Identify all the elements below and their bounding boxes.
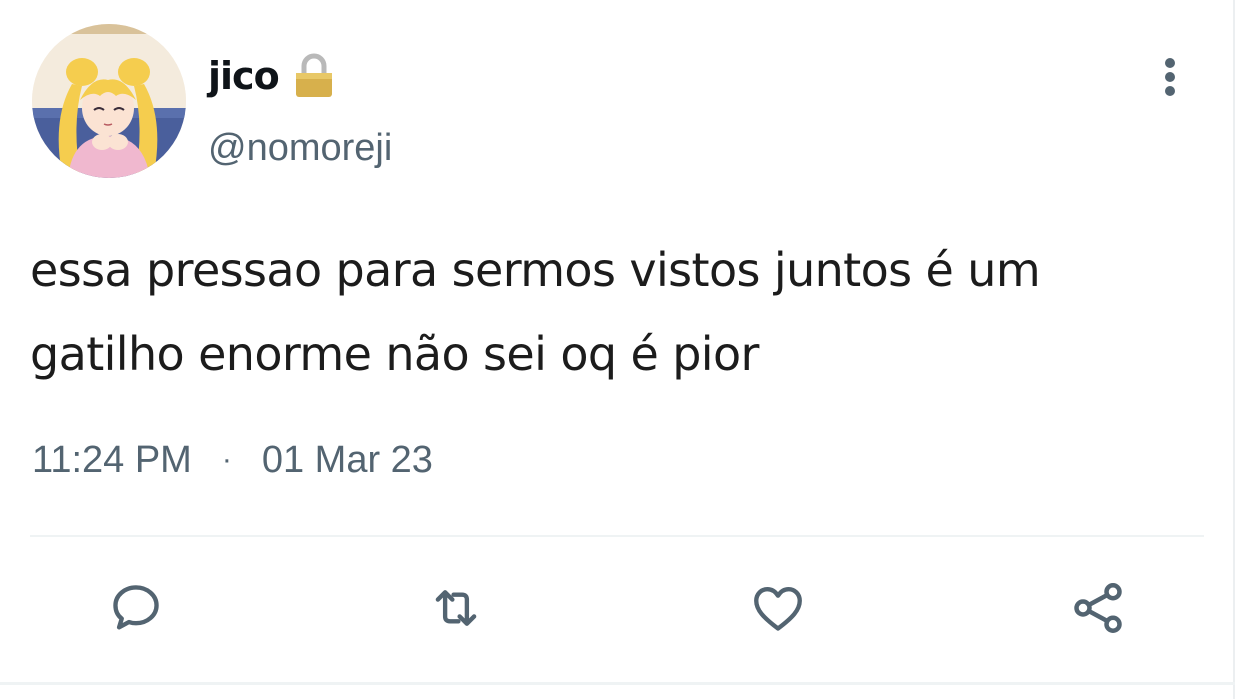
avatar[interactable] [32,24,186,178]
tweet-meta: 11:24 PM · 01 Mar 23 [32,434,433,486]
tweet-card: jico @nomoreji essa pressao para sermos … [0,0,1235,699]
bottom-border [0,682,1235,685]
retweet-icon [435,590,477,626]
reply-icon [113,585,159,630]
more-options-button[interactable] [1148,52,1192,102]
share-icon [1074,583,1122,633]
tweet-date[interactable]: 01 Mar 23 [262,434,433,486]
like-button[interactable] [748,578,808,638]
user-handle[interactable]: @nomoreji [208,124,392,172]
avatar-image [32,24,186,178]
display-name[interactable]: jico [208,50,280,102]
reply-button[interactable] [106,578,166,638]
tweet-time[interactable]: 11:24 PM [32,434,192,486]
heart-icon [754,586,802,631]
tweet-text: essa pressao para sermos vistos juntos é… [30,243,1041,381]
lock-icon [293,53,335,99]
share-button[interactable] [1068,578,1128,638]
retweet-button[interactable] [426,578,486,638]
display-name-row: jico [208,50,335,102]
divider [30,535,1204,537]
meta-separator: · [221,443,232,476]
more-vertical-icon [1165,58,1175,96]
